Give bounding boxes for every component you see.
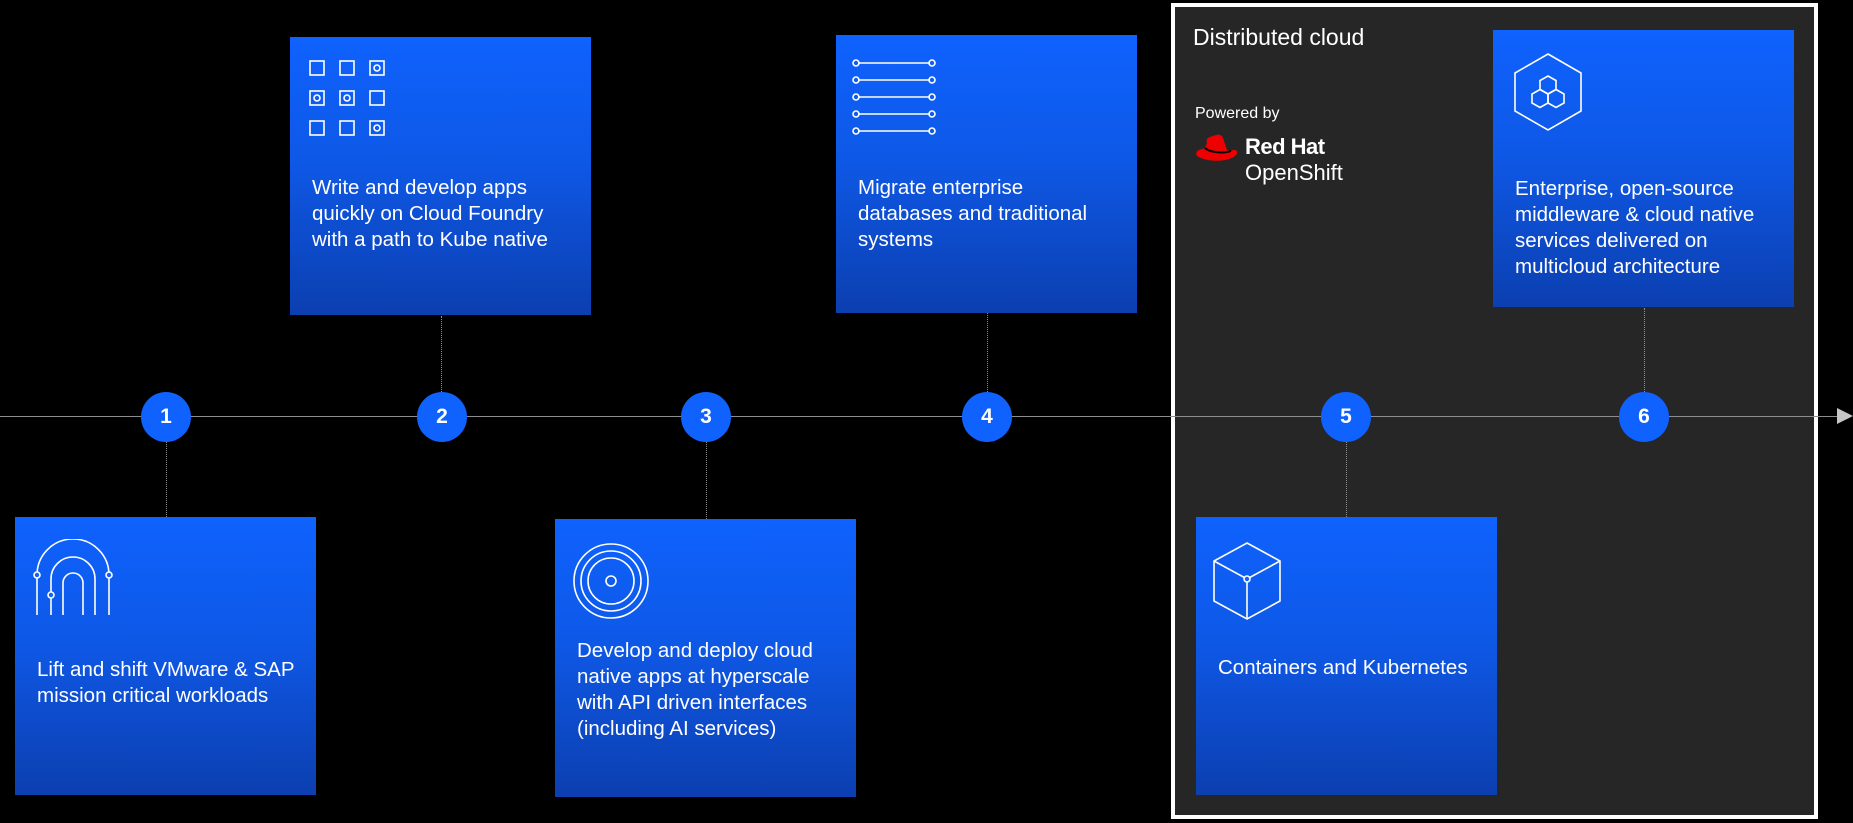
card-middleware: Enterprise, open-source middleware & clo… <box>1493 30 1794 307</box>
card-text: Containers and Kubernetes <box>1218 656 1468 679</box>
marker-5: 5 <box>1321 392 1371 442</box>
timeline-line <box>0 416 1838 417</box>
card-text: Lift and shift VMware & SAP mission crit… <box>37 658 295 707</box>
card-cloud-native: Develop and deploy cloud native apps at … <box>555 519 856 797</box>
card-text: Migrate enterprise databases and traditi… <box>858 176 1088 251</box>
openshift-wordmark: OpenShift <box>1245 160 1343 185</box>
connector-5 <box>1346 441 1347 517</box>
card-migrate-databases: Migrate enterprise databases and traditi… <box>836 35 1137 313</box>
connector-6 <box>1644 308 1645 392</box>
connector-2 <box>441 316 442 392</box>
list-lines-icon <box>852 59 936 135</box>
marker-4: 4 <box>962 392 1012 442</box>
red-hat-wordmark: Red Hat <box>1245 134 1325 159</box>
card-containers: Containers and Kubernetes <box>1196 517 1497 795</box>
card-lift-shift: Lift and shift VMware & SAP mission crit… <box>15 517 316 795</box>
grid-squares-icon <box>309 60 385 136</box>
marker-2: 2 <box>417 392 467 442</box>
card-text: Develop and deploy cloud native apps at … <box>577 639 813 740</box>
connector-1 <box>166 441 167 517</box>
connector-3 <box>706 441 707 519</box>
marker-6: 6 <box>1619 392 1669 442</box>
timeline-arrow-icon <box>1837 408 1853 424</box>
card-cloud-foundry: Write and develop apps quickly on Cloud … <box>290 37 591 315</box>
cube-icon <box>1213 542 1281 620</box>
marker-3: 3 <box>681 392 731 442</box>
card-text: Enterprise, open-source middleware & clo… <box>1515 177 1755 278</box>
distributed-cloud-title: Distributed cloud <box>1193 24 1365 50</box>
powered-by-label: Powered by <box>1195 105 1280 122</box>
marker-1: 1 <box>141 392 191 442</box>
hexagon-cluster-icon <box>1514 53 1582 131</box>
card-text: Write and develop apps quickly on Cloud … <box>312 176 548 251</box>
fingerprint-arch-icon <box>33 539 113 615</box>
red-hat-logo-icon <box>1196 134 1238 161</box>
concentric-circles-icon <box>573 543 649 619</box>
connector-4 <box>987 313 988 392</box>
